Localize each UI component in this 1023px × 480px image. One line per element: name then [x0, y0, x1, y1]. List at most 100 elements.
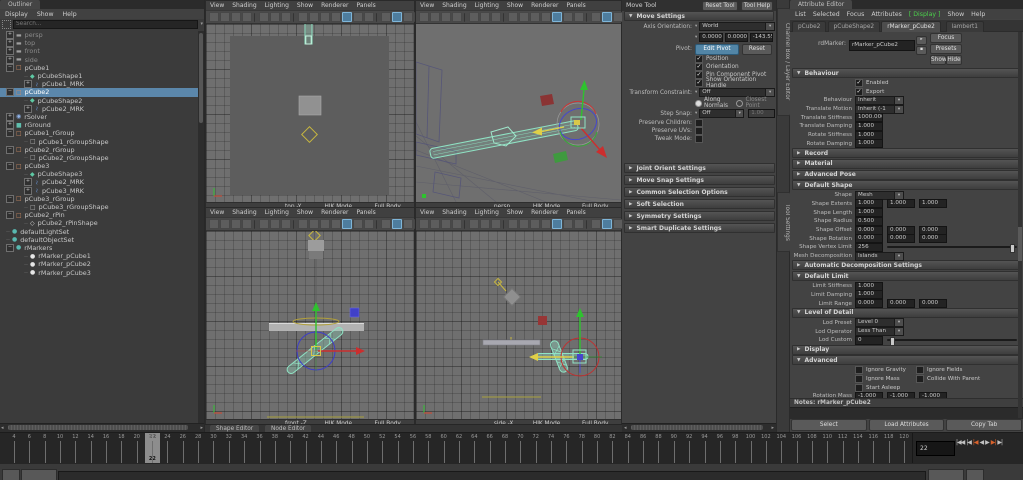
- show-button[interactable]: Show: [930, 55, 947, 65]
- menu-item-display[interactable]: [ Display ]: [909, 11, 941, 18]
- menu-item-lighting[interactable]: Lighting: [475, 209, 499, 216]
- snap-to-curve-icon[interactable]: [430, 12, 440, 22]
- expand-icon[interactable]: +: [6, 112, 14, 121]
- step-back-frame-icon[interactable]: |◀: [966, 439, 972, 446]
- tab-lambert1[interactable]: lambert1: [945, 21, 984, 32]
- outliner-item-pCube2_rPin[interactable]: − □ pCube2_rPin: [0, 211, 198, 220]
- tab-pcube2[interactable]: pCube2: [792, 21, 827, 32]
- chevron-down-icon[interactable]: ▾: [895, 318, 904, 328]
- outliner-vertical-scrollbar[interactable]: [198, 31, 204, 424]
- hypergraph-pane-icon[interactable]: [574, 219, 584, 229]
- value-field[interactable]: 1.000: [855, 208, 883, 218]
- camera-lock-icon[interactable]: [281, 12, 291, 22]
- value-field[interactable]: 1.000: [919, 199, 947, 209]
- hypergraph-pane-icon[interactable]: [574, 12, 584, 22]
- value-field[interactable]: 0.000: [919, 299, 947, 309]
- move-settings-header[interactable]: ▼ Move Settings: [624, 11, 774, 21]
- scrollbar-thumb[interactable]: [199, 33, 203, 123]
- snap-to-point-icon[interactable]: [441, 219, 451, 229]
- shaded-icon[interactable]: [602, 12, 612, 22]
- slider-track[interactable]: [887, 336, 1017, 346]
- checkbox-enabled[interactable]: ✓: [855, 79, 863, 88]
- two-pane-stacked-icon[interactable]: [530, 219, 540, 229]
- outliner-pane-icon[interactable]: [563, 12, 573, 22]
- menu-item-attributes[interactable]: Attributes: [871, 11, 902, 18]
- value-field[interactable]: 1000.000: [855, 113, 883, 123]
- snap-to-plane-icon[interactable]: [242, 12, 252, 22]
- go-to-start-icon[interactable]: |◀◀: [956, 439, 965, 446]
- presets-button[interactable]: Presets: [930, 44, 962, 54]
- attribute-editor-scrollbar[interactable]: [1018, 32, 1022, 418]
- value-field[interactable]: 1.000: [855, 281, 883, 291]
- notes-field[interactable]: [790, 407, 1023, 419]
- menu-item-show[interactable]: Show: [507, 2, 523, 9]
- outliner-item-pCube2[interactable]: − □ pCube2: [0, 88, 198, 97]
- menu-item-display[interactable]: Display: [5, 11, 28, 18]
- expand-icon[interactable]: +: [24, 104, 32, 113]
- make-live-icon[interactable]: [469, 219, 479, 229]
- section-soft-selection[interactable]: ▶ Soft Selection: [624, 199, 775, 209]
- camera-bookmark-icon[interactable]: [270, 12, 280, 22]
- camera-bookmark-icon[interactable]: [480, 219, 490, 229]
- menu-item-view[interactable]: View: [210, 2, 224, 9]
- outliner-item-rMarkers[interactable]: − ● rMarkers: [0, 243, 198, 252]
- outliner-item-pCube2_rPinShape[interactable]: — ◇ pCube2_rPinShape: [0, 219, 198, 227]
- value-field[interactable]: 1.000: [855, 290, 883, 300]
- value-field[interactable]: 0.500: [855, 216, 883, 226]
- collapse-icon[interactable]: −: [6, 211, 14, 220]
- outliner-item-rGround[interactable]: + ■ rGround: [0, 121, 198, 130]
- value-field[interactable]: 0.000: [887, 234, 915, 244]
- wireframe-icon[interactable]: [591, 219, 601, 229]
- value-field[interactable]: 256: [855, 242, 883, 252]
- menu-item-lighting[interactable]: Lighting: [265, 209, 289, 216]
- outliner-item-pCube1[interactable]: − □ pCube1: [0, 63, 198, 72]
- menu-item-show[interactable]: Show: [947, 11, 964, 18]
- make-live-icon[interactable]: [469, 12, 479, 22]
- make-live-icon[interactable]: [259, 219, 269, 229]
- radio-closest-point[interactable]: [736, 99, 744, 107]
- two-pane-side-icon[interactable]: [519, 219, 529, 229]
- section-behaviour[interactable]: ▼ Behaviour: [792, 68, 1021, 78]
- anim-end-field[interactable]: [966, 469, 984, 480]
- four-pane-icon[interactable]: [552, 12, 562, 22]
- value-field[interactable]: 1.000: [855, 121, 883, 131]
- menu-item-focus[interactable]: Focus: [847, 11, 865, 18]
- tab-channel-box-layer-editor[interactable]: Channel Box / Layer Editor: [777, 8, 791, 116]
- menu-item-panels[interactable]: Panels: [566, 209, 585, 216]
- wireframe-icon[interactable]: [381, 219, 391, 229]
- section-joint-orient-settings[interactable]: ▶ Joint Orient Settings: [624, 163, 775, 173]
- snap-to-plane-icon[interactable]: [242, 219, 252, 229]
- snap-to-curve-icon[interactable]: [220, 219, 230, 229]
- outliner-horizontal-scrollbar[interactable]: ◂ ▸: [0, 423, 204, 432]
- chevron-down-icon[interactable]: ▾: [895, 95, 904, 105]
- tab-pcubeshape2[interactable]: pCubeShape2: [827, 21, 881, 32]
- checkbox-ignore-gravity[interactable]: [855, 366, 863, 375]
- checkbox-preserve-children-[interactable]: [695, 119, 703, 127]
- node-name-field[interactable]: rMarker_pCube2: [849, 40, 915, 51]
- checkbox-orientation[interactable]: ✓: [695, 63, 703, 71]
- scroll-right-icon[interactable]: ▸: [771, 424, 774, 432]
- play-forwards-icon[interactable]: ▶: [985, 439, 990, 446]
- make-live-icon[interactable]: [259, 12, 269, 22]
- outliner-pane-icon[interactable]: [353, 12, 363, 22]
- viewport-canvas-front[interactable]: [206, 231, 414, 419]
- menu-item-shading[interactable]: Shading: [442, 209, 466, 216]
- four-pane-icon[interactable]: [552, 219, 562, 229]
- snap-to-plane-icon[interactable]: [452, 219, 462, 229]
- snap-to-grid-icon[interactable]: [419, 12, 429, 22]
- four-pane-icon[interactable]: [342, 219, 352, 229]
- menu-item-renderer[interactable]: Renderer: [321, 2, 348, 9]
- section-symmetry-settings[interactable]: ▶ Symmetry Settings: [624, 211, 775, 221]
- menu-item-lighting[interactable]: Lighting: [475, 2, 499, 9]
- checkbox-show-orientation-handle[interactable]: ✓: [695, 79, 703, 87]
- chevron-down-icon[interactable]: ▾: [895, 327, 904, 337]
- swatch-icon[interactable]: ▪: [916, 46, 927, 55]
- menu-item-help[interactable]: Help: [63, 11, 77, 18]
- dropdown-value[interactable]: Less Than: [855, 327, 895, 337]
- scrollbar-thumb[interactable]: [8, 425, 188, 430]
- viewport-canvas-persp[interactable]: [416, 24, 621, 202]
- checkbox-ignore-fields[interactable]: [916, 366, 924, 375]
- snap-to-curve-icon[interactable]: [220, 12, 230, 22]
- menu-item-show[interactable]: Show: [297, 209, 313, 216]
- range-slider-track[interactable]: [58, 471, 926, 480]
